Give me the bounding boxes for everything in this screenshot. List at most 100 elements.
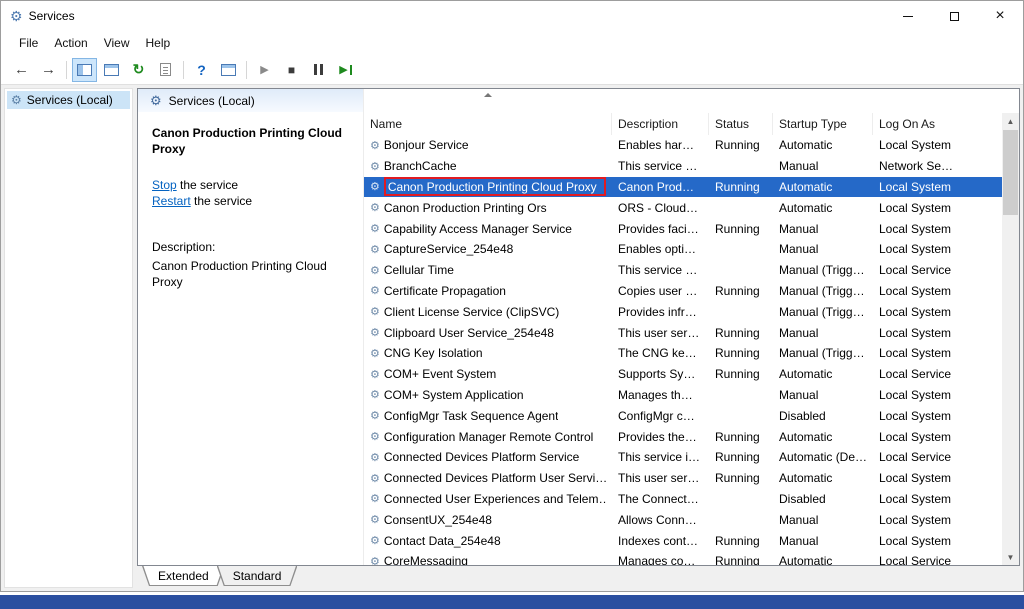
cell-name: ⚙CNG Key Isolation	[364, 343, 612, 364]
restart-service-button[interactable]	[333, 58, 358, 82]
window-title: Services	[29, 9, 75, 23]
cell-startup: Manual	[773, 218, 873, 239]
cell-status: Running	[709, 447, 773, 468]
start-service-button[interactable]	[252, 58, 277, 82]
cell-desc: This service i…	[612, 447, 709, 468]
close-icon: ×	[995, 7, 1004, 25]
tab-extended[interactable]: Extended	[142, 566, 225, 586]
service-gear-icon: ⚙	[370, 492, 380, 505]
refresh-button[interactable]	[126, 58, 151, 82]
column-header-description[interactable]: Description	[612, 113, 709, 135]
cell-logon: Local System	[873, 343, 1002, 364]
table-row[interactable]: ⚙COM+ System ApplicationManages th…Manua…	[364, 385, 1002, 406]
table-row[interactable]: ⚙ConsentUX_254e48Allows Conn…ManualLocal…	[364, 509, 1002, 530]
table-row[interactable]: ⚙Cellular TimeThis service …Manual (Trig…	[364, 260, 1002, 281]
table-row[interactable]: ⚙Connected Devices Platform User Servi…T…	[364, 468, 1002, 489]
table-row[interactable]: ⚙Bonjour ServiceEnables har…RunningAutom…	[364, 135, 1002, 156]
table-row[interactable]: ⚙Client License Service (ClipSVC)Provide…	[364, 301, 1002, 322]
menu-item-file[interactable]: File	[11, 33, 46, 53]
scroll-thumb[interactable]	[1003, 130, 1018, 215]
cell-name: ⚙ConfigMgr Task Sequence Agent	[364, 405, 612, 426]
help-button[interactable]	[189, 58, 214, 82]
cell-name: ⚙COM+ System Application	[364, 385, 612, 406]
stop-service-button[interactable]	[279, 58, 304, 82]
restart-service-link[interactable]: Restart	[152, 194, 191, 208]
service-gear-icon: ⚙	[370, 430, 380, 443]
vertical-scrollbar[interactable]: ▲ ▼	[1002, 113, 1019, 565]
table-row[interactable]: ⚙CoreMessagingManages co…RunningAutomati…	[364, 551, 1002, 565]
titlebar[interactable]: ⚙ Services ×	[1, 1, 1023, 31]
table-row[interactable]: ⚙BranchCacheThis service …ManualNetwork …	[364, 156, 1002, 177]
show-console-tree-button[interactable]	[72, 58, 97, 82]
properties-button[interactable]	[99, 58, 124, 82]
table-row[interactable]: ⚙CaptureService_254e48Enables opti…Manua…	[364, 239, 1002, 260]
window-button[interactable]	[216, 58, 241, 82]
window-icon	[221, 64, 236, 76]
tab-standard[interactable]: Standard	[217, 566, 298, 586]
table-row[interactable]: ⚙COM+ Event SystemSupports Sy…RunningAut…	[364, 364, 1002, 385]
table-row[interactable]: ⚙Configuration Manager Remote ControlPro…	[364, 426, 1002, 447]
help-icon	[197, 62, 206, 78]
scroll-down-icon[interactable]: ▼	[1002, 549, 1019, 565]
start-service-icon	[260, 63, 268, 76]
service-name: Bonjour Service	[384, 138, 469, 152]
back-button[interactable]	[9, 58, 34, 82]
scroll-up-icon[interactable]: ▲	[1002, 113, 1019, 129]
pause-service-button[interactable]	[306, 58, 331, 82]
cell-startup: Manual	[773, 530, 873, 551]
minimize-icon	[903, 16, 913, 17]
service-name-highlighted: Canon Production Printing Cloud Proxy	[384, 177, 606, 196]
column-header-startup-type[interactable]: Startup Type	[773, 113, 873, 135]
column-header-log-on-as[interactable]: Log On As	[873, 113, 1002, 135]
cell-logon: Network Se…	[873, 156, 1002, 177]
minimize-button[interactable]	[885, 1, 931, 31]
cell-startup: Manual (Trigg…	[773, 301, 873, 322]
tree-item-services-local[interactable]: ⚙ Services (Local)	[7, 91, 130, 109]
cell-desc: Provides infr…	[612, 301, 709, 322]
table-row[interactable]: ⚙Connected User Experiences and Telem…Th…	[364, 489, 1002, 510]
cell-status: Running	[709, 551, 773, 565]
cell-startup: Automatic	[773, 468, 873, 489]
pause-service-icon	[314, 64, 323, 75]
close-button[interactable]: ×	[977, 1, 1023, 31]
cell-desc: Copies user …	[612, 281, 709, 302]
table-row[interactable]: ⚙Connected Devices Platform ServiceThis …	[364, 447, 1002, 468]
column-header-name[interactable]: Name	[364, 113, 612, 135]
services-app-icon: ⚙	[10, 8, 23, 25]
service-name: ConfigMgr Task Sequence Agent	[384, 409, 559, 423]
table-row[interactable]: ⚙Certificate PropagationCopies user …Run…	[364, 281, 1002, 302]
table-row[interactable]: ⚙Canon Production Printing Cloud ProxyCa…	[364, 177, 1002, 198]
content: ⚙ Services (Local) ⚙ Services (Local) Ca…	[1, 85, 1023, 591]
cell-name: ⚙Configuration Manager Remote Control	[364, 426, 612, 447]
cell-desc: Allows Conn…	[612, 509, 709, 530]
table-row[interactable]: ⚙CNG Key IsolationThe CNG ke…RunningManu…	[364, 343, 1002, 364]
table-row[interactable]: ⚙Clipboard User Service_254e48This user …	[364, 322, 1002, 343]
services-list: Name Description Status Startup Type Log…	[364, 89, 1019, 565]
forward-button[interactable]	[36, 58, 61, 82]
cell-name: ⚙Canon Production Printing Cloud Proxy	[364, 177, 612, 198]
menu-item-view[interactable]: View	[96, 33, 138, 53]
cell-name: ⚙Certificate Propagation	[364, 281, 612, 302]
menubar: FileActionViewHelp	[1, 31, 1023, 55]
export-list-button[interactable]	[153, 58, 178, 82]
menu-item-help[interactable]: Help	[138, 33, 179, 53]
cell-status: Running	[709, 364, 773, 385]
cell-desc: This service …	[612, 260, 709, 281]
cell-desc: Canon Prod…	[612, 177, 709, 198]
cell-name: ⚙Clipboard User Service_254e48	[364, 322, 612, 343]
cell-startup: Manual (Trigg…	[773, 281, 873, 302]
stop-service-link[interactable]: Stop	[152, 178, 177, 192]
service-gear-icon: ⚙	[370, 326, 380, 339]
taskbar[interactable]	[0, 595, 1024, 609]
table-row[interactable]: ⚙Capability Access Manager ServiceProvid…	[364, 218, 1002, 239]
table-row[interactable]: ⚙Canon Production Printing OrsORS - Clou…	[364, 197, 1002, 218]
cell-desc: Provides faci…	[612, 218, 709, 239]
maximize-button[interactable]	[931, 1, 977, 31]
column-header-status[interactable]: Status	[709, 113, 773, 135]
refresh-icon	[133, 61, 145, 78]
cell-status	[709, 405, 773, 426]
table-row[interactable]: ⚙Contact Data_254e48Indexes cont…Running…	[364, 530, 1002, 551]
table-row[interactable]: ⚙ConfigMgr Task Sequence AgentConfigMgr …	[364, 405, 1002, 426]
menu-item-action[interactable]: Action	[46, 33, 95, 53]
cell-status: Running	[709, 281, 773, 302]
